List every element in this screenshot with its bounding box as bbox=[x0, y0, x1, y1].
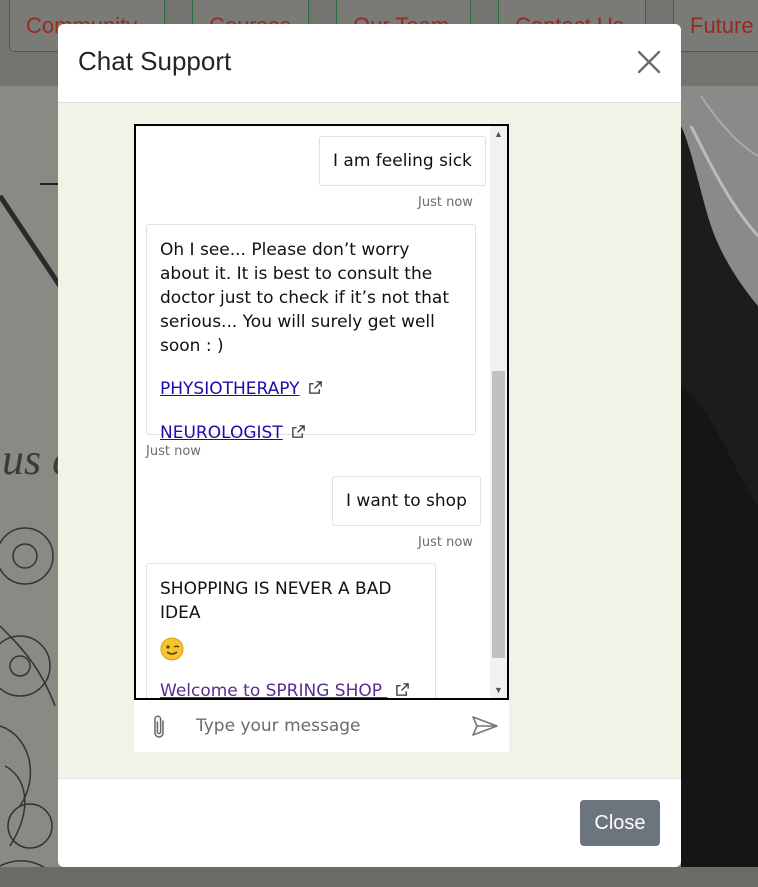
message-text: I want to shop bbox=[346, 491, 467, 511]
hero-bottom-strip bbox=[0, 867, 758, 887]
hero-image-right bbox=[681, 86, 758, 887]
link-row: PHYSIOTHERAPY bbox=[160, 377, 462, 401]
scrollbar-thumb[interactable] bbox=[492, 371, 505, 658]
external-link-icon bbox=[291, 425, 305, 438]
scroll-up-arrow-icon[interactable]: ▲ bbox=[490, 126, 507, 142]
link-row: Welcome to SPRING SHOP bbox=[160, 679, 422, 698]
send-icon[interactable] bbox=[471, 714, 499, 738]
external-link-icon bbox=[308, 381, 322, 394]
chat-input-bar bbox=[134, 700, 509, 752]
floral-illustration bbox=[0, 183, 60, 877]
chat-scrollbar[interactable]: ▲ ▼ bbox=[490, 126, 507, 698]
user-message: I want to shop bbox=[332, 476, 481, 526]
spring-shop-link[interactable]: Welcome to SPRING SHOP bbox=[160, 681, 387, 698]
hero-tagline: us e bbox=[2, 435, 60, 484]
chat-window: I am feeling sick Just now Oh I see... P… bbox=[134, 124, 509, 700]
winking-face-icon bbox=[160, 637, 184, 661]
modal-footer: Close bbox=[58, 778, 681, 867]
modal-title: Chat Support bbox=[78, 46, 232, 76]
paperclip-icon[interactable] bbox=[150, 713, 168, 741]
chat-support-modal: Chat Support I am feeling sick Just now … bbox=[58, 24, 681, 867]
link-row: NEUROLOGIST bbox=[160, 421, 462, 445]
nav-item-future[interactable]: Future bbox=[673, 0, 758, 52]
external-link-icon bbox=[396, 683, 410, 696]
chat-messages[interactable]: I am feeling sick Just now Oh I see... P… bbox=[136, 126, 491, 698]
message-time: Just now bbox=[418, 535, 473, 550]
message-input[interactable] bbox=[196, 712, 446, 740]
message-time: Just now bbox=[146, 444, 201, 459]
bot-message: Oh I see... Please don’t worry about it.… bbox=[146, 224, 476, 443]
close-icon[interactable] bbox=[635, 48, 663, 76]
neurologist-link[interactable]: NEUROLOGIST bbox=[160, 423, 283, 443]
hero-photo bbox=[681, 86, 758, 887]
modal-header: Chat Support bbox=[58, 24, 681, 103]
bot-message: SHOPPING IS NEVER A BAD IDEA Welcome to … bbox=[146, 563, 436, 698]
emoji-row bbox=[160, 637, 422, 663]
message-text: Oh I see... Please don’t worry about it.… bbox=[160, 240, 449, 356]
message-text: SHOPPING IS NEVER A BAD IDEA bbox=[160, 579, 392, 623]
hero-image-left: us e bbox=[0, 86, 60, 887]
modal-body: I am feeling sick Just now Oh I see... P… bbox=[58, 103, 681, 778]
user-message: I am feeling sick bbox=[319, 136, 486, 186]
scroll-down-arrow-icon[interactable]: ▼ bbox=[490, 682, 507, 698]
message-text: I am feeling sick bbox=[333, 151, 472, 171]
close-button[interactable]: Close bbox=[580, 800, 660, 846]
message-time: Just now bbox=[418, 195, 473, 210]
physiotherapy-link[interactable]: PHYSIOTHERAPY bbox=[160, 379, 300, 399]
